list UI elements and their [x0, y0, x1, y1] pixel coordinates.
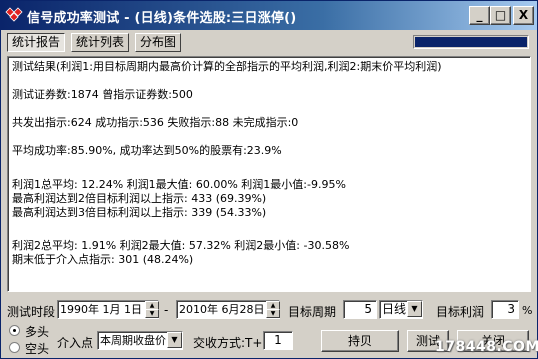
minimize-icon: _ [476, 8, 483, 22]
hold-button[interactable]: 持贝 [321, 330, 399, 352]
report-line: 共发出指示:624 成功指示:536 失败指示:88 未完成指示:0 [12, 116, 299, 129]
end-date-picker[interactable]: 2010年 6月28日 [176, 300, 280, 319]
entry-point-label: 介入点 [57, 336, 94, 350]
period-unit-dropdown-icon[interactable]: ▼ [407, 301, 422, 317]
site-watermark: 178448.COM [435, 339, 538, 355]
report-line: 利润1总平均: 12.24% 利润1最大值: 60.00% 利润1最小值:-9.… [12, 178, 346, 191]
entry-point-dropdown-icon[interactable]: ▼ [167, 332, 182, 348]
maximize-button[interactable]: □ [490, 6, 511, 25]
report-line: 最高利润达到3倍目标利润以上指示: 339 (54.33%) [12, 206, 267, 219]
close-window-button[interactable]: X [513, 6, 534, 25]
test-progress-bar [413, 35, 529, 49]
percent-label: % [522, 304, 533, 317]
trade-mode-label: 交收方式:T+ [193, 336, 263, 350]
close-icon: X [518, 8, 529, 22]
short-radio[interactable] [9, 342, 20, 353]
short-label: 空头 [25, 342, 50, 356]
report-line: 最高利润达到2倍目标利润以上指示: 433 (69.39%) [12, 192, 267, 205]
target-profit-input[interactable]: 3 [491, 300, 519, 319]
window-title: 信号成功率测试 - (日线)条件选股:三日涨停() [27, 11, 297, 26]
maximize-icon: □ [494, 8, 507, 22]
target-period-input[interactable]: 5 [343, 300, 377, 319]
start-date-down-icon[interactable]: ▼ [145, 309, 159, 318]
target-period-label: 目标周期 [288, 305, 337, 319]
report-line: 测试结果(利润1:用目标周期内最高价计算的全部指示的平均利润,利润2:期末价平均… [12, 60, 442, 73]
report-line: 平均成功率:85.90%, 成功率达到50%的股票有:23.9% [12, 144, 282, 157]
tab-distribution-chart[interactable]: 分布图 [135, 33, 182, 52]
end-date-down-icon[interactable]: ▼ [266, 309, 280, 318]
long-radio[interactable] [9, 325, 20, 336]
target-profit-label: 目标利润 [436, 305, 485, 319]
tab-statistics-list[interactable]: 统计列表 [71, 33, 130, 52]
report-text-area[interactable]: 测试结果(利润1:用目标周期内最高价计算的全部指示的平均利润,利润2:期末价平均… [7, 56, 531, 292]
report-line: 利润2总平均: 1.91% 利润2最大值: 57.32% 利润2最小值: -30… [12, 239, 350, 252]
report-line: 期末低于介入点指示: 301 (48.24%) [12, 253, 194, 266]
start-date-picker[interactable]: 1990年 1月 1日 [57, 300, 159, 319]
title-bar[interactable]: 信号成功率测试 - (日线)条件选股:三日涨停() _ □ X [1, 1, 537, 30]
progress-fill [415, 37, 527, 47]
long-label: 多头 [25, 325, 50, 339]
minimize-button[interactable]: _ [469, 6, 490, 25]
test-period-label: 测试时段 [7, 305, 56, 319]
app-window: 信号成功率测试 - (日线)条件选股:三日涨停() _ □ X 统计报告 统计列… [0, 0, 538, 359]
report-line: 测试证券数:1874 曾指示证券数:500 [12, 88, 193, 101]
app-logo-icon [5, 7, 23, 22]
date-range-dash: - [164, 303, 169, 317]
tab-statistics-report[interactable]: 统计报告 [7, 33, 66, 52]
trade-mode-input[interactable]: 1 [263, 331, 293, 350]
